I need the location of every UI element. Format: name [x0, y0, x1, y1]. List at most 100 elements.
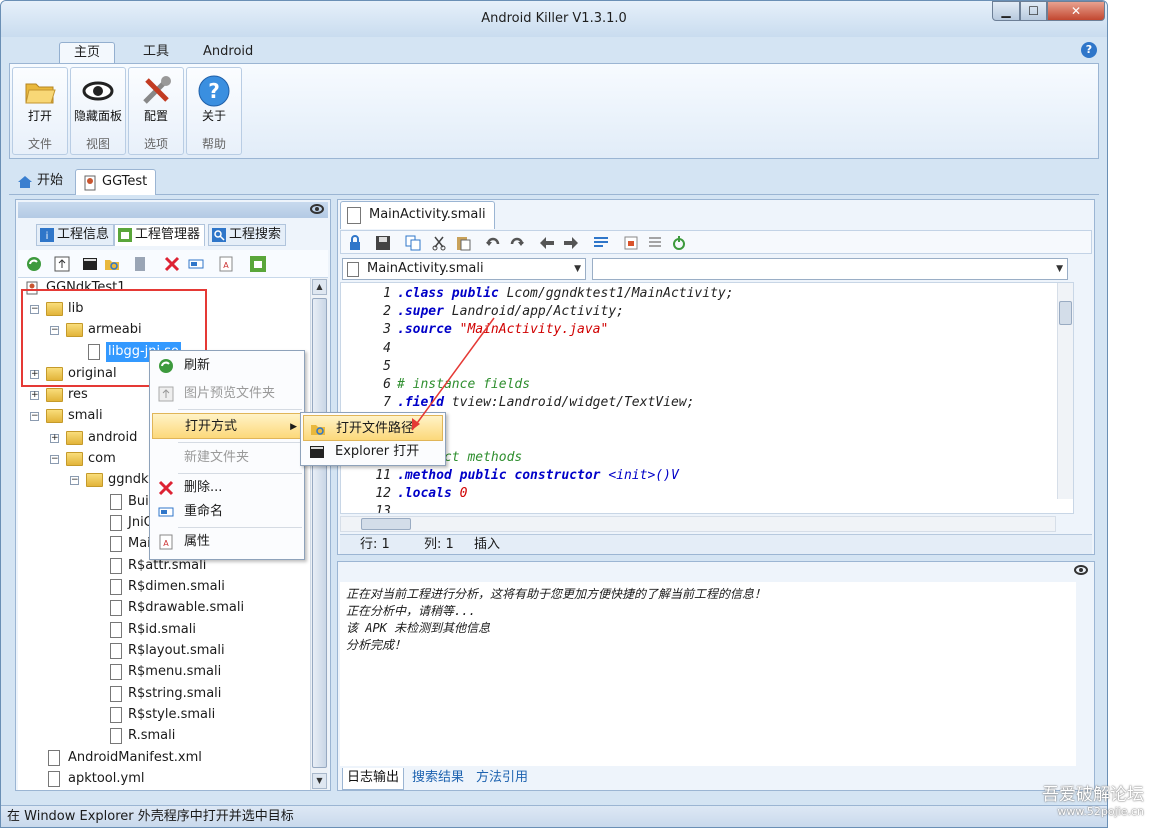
question-icon: ? [198, 75, 230, 107]
line-number: 13 [375, 504, 391, 514]
tree-label: AndroidManifest.xml [68, 750, 202, 765]
watermark: 吾爱破解论坛 www.52pojie.cn [1042, 780, 1144, 818]
code-token: Lcom/ggndktest1/MainActivity; [506, 286, 734, 301]
editor-tab[interactable]: MainActivity.smali [340, 201, 495, 229]
tree-label: R$dimen.smali [128, 579, 225, 594]
tree-label: R$menu.smali [128, 664, 222, 679]
log-panel: 正在对当前工程进行分析，这将有助于您更加方便快捷的了解当前工程的信息！ 正在分析… [337, 561, 1095, 791]
class-select[interactable]: MainActivity.smali ▼ [342, 258, 586, 280]
tab-search-results[interactable]: 搜索结果 [408, 768, 468, 790]
log-line: 该 APK 未检测到其他信息 [346, 621, 491, 635]
run-icon[interactable] [671, 235, 687, 251]
minimize-button[interactable]: ▁ [992, 1, 1020, 21]
line-number: 7 [383, 395, 391, 411]
list-icon[interactable] [647, 235, 663, 251]
group-label-help: 帮助 [201, 137, 226, 151]
collapse-icon[interactable]: − [50, 455, 59, 464]
about-button[interactable]: ? 关于 [189, 70, 239, 134]
editor-tab-label: MainActivity.smali [369, 207, 486, 222]
line-text: .method public constructor <init>()V [397, 467, 679, 485]
expand-icon[interactable]: + [50, 434, 59, 443]
ribbon-group-options: 配置 选项 [128, 67, 184, 155]
properties-icon[interactable]: A [218, 256, 234, 272]
lock-icon[interactable] [347, 235, 363, 251]
menu-item-new-folder[interactable]: 新建文件夹 [152, 445, 302, 471]
eye-icon[interactable] [1074, 565, 1088, 575]
folder-icon [86, 473, 103, 487]
tab-project-info-label: 工程信息 [57, 227, 110, 242]
copy-icon[interactable] [405, 235, 421, 251]
tab-project-info[interactable]: i 工程信息 [36, 224, 115, 246]
code-token: .class public [397, 286, 507, 301]
tree-scrollbar[interactable]: ▲ ▼ [310, 278, 328, 790]
menu-item-label: Explorer 打开 [335, 444, 420, 459]
scroll-down-icon[interactable]: ▼ [312, 773, 327, 789]
collapse-icon[interactable]: − [70, 476, 79, 485]
scroll-thumb[interactable] [361, 518, 411, 530]
menu-item-open-file-path[interactable]: 打开文件路径 [303, 415, 443, 441]
bookmark-icon[interactable] [132, 256, 148, 272]
insert-mode: 插入 [474, 537, 501, 552]
cut-icon[interactable] [431, 235, 447, 251]
tab-project-search[interactable]: 工程搜索 [208, 224, 287, 246]
ribbon-group-view: 隐藏面板 视图 [70, 67, 126, 155]
maximize-button[interactable]: ☐ [1020, 1, 1047, 21]
tab-project-manager[interactable]: 工程管理器 [114, 224, 206, 246]
menu-item-refresh[interactable]: 刷新 [152, 353, 302, 379]
tree-label: R$drawable.smali [128, 600, 245, 615]
menu-item-properties[interactable]: A 属性 [152, 529, 302, 555]
file-icon [110, 579, 122, 595]
code-vscrollbar[interactable] [1057, 283, 1073, 499]
open-button[interactable]: 打开 [15, 70, 65, 134]
ribbon-tab-tools[interactable]: 工具 [129, 42, 183, 64]
ribbon-tab-home[interactable]: 主页 [59, 42, 116, 64]
editor-status: 行: 1 列: 1 插入 [340, 534, 1092, 554]
format-icon[interactable] [593, 235, 609, 251]
tab-start[interactable]: 开始 [11, 169, 71, 195]
tab-method-refs[interactable]: 方法引用 [472, 768, 532, 790]
class-select-value: MainActivity.smali [367, 261, 484, 276]
title-bar[interactable]: Android Killer V1.3.1.0 ▁ ☐ ✕ [1, 1, 1107, 37]
menu-item-image-preview[interactable]: 图片预览文件夹 [152, 381, 302, 407]
paste-icon[interactable] [455, 235, 471, 251]
code-token: tview:Landroid/widget/TextView; [451, 395, 695, 411]
panel-header [18, 202, 328, 218]
expand-icon[interactable]: + [30, 391, 39, 400]
menu-item-open-with[interactable]: 打开方式 ▶ [152, 413, 302, 439]
android-icon[interactable] [250, 256, 266, 272]
line-number: 3 [383, 322, 391, 338]
help-icon[interactable]: ? [1081, 42, 1097, 58]
scroll-up-icon[interactable]: ▲ [312, 279, 327, 295]
folder-search-icon[interactable] [104, 256, 120, 272]
code-editor[interactable]: 1 .class public Lcom/ggndktest1/MainActiv… [340, 282, 1074, 514]
refresh-icon[interactable] [26, 256, 42, 272]
tab-log-output[interactable]: 日志输出 [342, 768, 405, 790]
scroll-thumb[interactable] [312, 298, 327, 768]
tab-ggtest[interactable]: GGTest [75, 169, 157, 195]
eye-icon[interactable] [310, 204, 324, 214]
xml-file-icon [48, 750, 60, 766]
save-icon[interactable] [375, 235, 391, 251]
code-hscrollbar[interactable] [340, 516, 1056, 532]
member-select[interactable]: ▼ [592, 258, 1068, 280]
ribbon-group-file: 打开 文件 [12, 67, 68, 155]
menu-item-delete[interactable]: 删除... [152, 475, 302, 501]
forward-icon[interactable] [563, 235, 579, 251]
undo-icon[interactable] [485, 235, 501, 251]
refresh-icon [159, 359, 173, 373]
ribbon-tab-android[interactable]: Android [189, 42, 267, 64]
menu-item-rename[interactable]: 重命名 [152, 499, 302, 525]
redo-icon[interactable] [509, 235, 525, 251]
java-icon[interactable] [623, 235, 639, 251]
export-icon[interactable] [54, 256, 70, 272]
hide-panel-button[interactable]: 隐藏面板 [73, 70, 123, 134]
close-button[interactable]: ✕ [1047, 1, 1105, 21]
delete-icon[interactable] [164, 256, 180, 272]
back-icon[interactable] [539, 235, 555, 251]
scroll-thumb[interactable] [1059, 301, 1072, 325]
collapse-icon[interactable]: − [30, 412, 39, 421]
menu-item-explorer-open[interactable]: Explorer 打开 [303, 439, 443, 465]
terminal-icon[interactable] [82, 256, 98, 272]
config-button[interactable]: 配置 [131, 70, 181, 134]
rename-icon[interactable] [188, 256, 204, 272]
